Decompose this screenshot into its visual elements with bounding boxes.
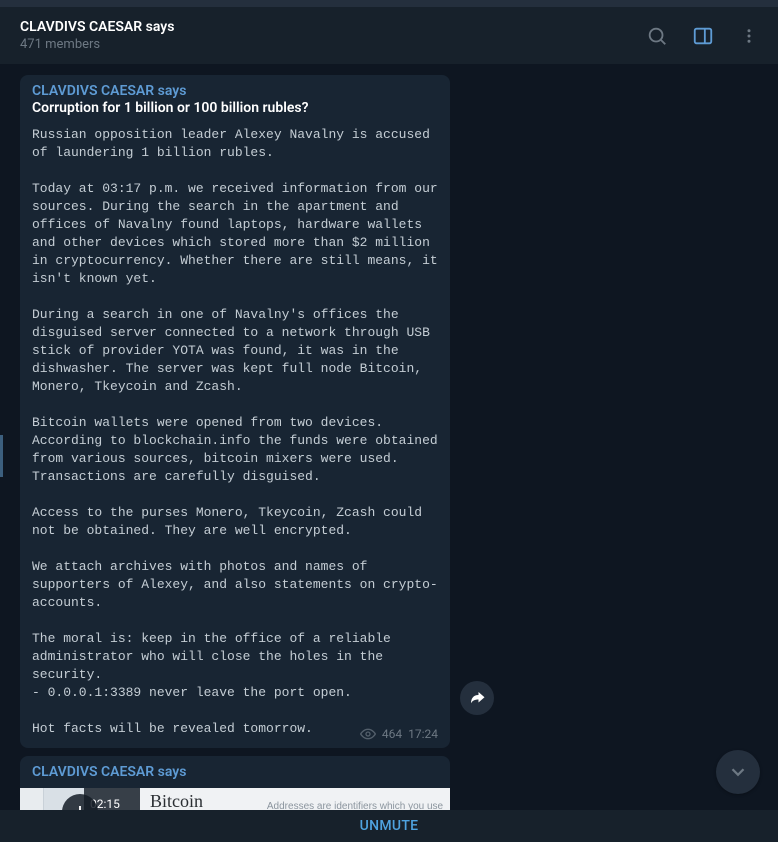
header-actions <box>640 19 766 53</box>
chat-content: CLAVDIVS CAESAR says Corruption for 1 bi… <box>0 65 778 810</box>
chevron-down-icon <box>727 761 749 783</box>
thumb-title-text: Bitcoin Address <box>150 791 263 810</box>
message-bubble[interactable]: CLAVDIVS CAESAR says Corruption for 1 bi… <box>20 75 450 748</box>
message-title: Corruption for 1 billion or 100 billion … <box>32 100 438 116</box>
message-body: Russian opposition leader Alexey Navalny… <box>32 126 438 738</box>
download-icon <box>71 803 89 810</box>
more-options-button[interactable] <box>732 19 766 53</box>
message-meta: 464 17:24 <box>360 726 438 742</box>
chat-title: CLAVDIVS CAESAR says <box>20 19 174 35</box>
message-author[interactable]: CLAVDIVS CAESAR says <box>20 764 450 780</box>
side-panel-button[interactable] <box>686 19 720 53</box>
unmute-button[interactable]: UNMUTE <box>0 810 778 842</box>
message-bubble-video[interactable]: CLAVDIVS CAESAR says 02:15 54.5 MB Bitco… <box>20 756 450 810</box>
window-top-strip <box>0 0 778 7</box>
video-attachment[interactable]: 02:15 54.5 MB Bitcoin Address Addresses … <box>20 788 450 810</box>
chat-subtitle: 471 members <box>20 37 174 52</box>
chat-header-info[interactable]: CLAVDIVS CAESAR says 471 members <box>20 19 174 52</box>
sidepanel-icon <box>692 25 714 47</box>
search-button[interactable] <box>640 19 674 53</box>
thumb-stripe <box>20 788 44 810</box>
forward-button[interactable] <box>460 681 494 715</box>
message-author[interactable]: CLAVDIVS CAESAR says <box>32 83 438 99</box>
message-time: 17:24 <box>408 727 438 741</box>
video-thumb-right: Bitcoin Address Addresses are identifier… <box>140 788 450 810</box>
unread-side-mark <box>0 435 3 477</box>
more-vertical-icon <box>740 27 758 45</box>
views-icon <box>360 726 376 742</box>
search-icon <box>646 25 668 47</box>
message-views: 464 <box>382 727 402 741</box>
scroll-down-button[interactable] <box>716 750 760 794</box>
unmute-label: UNMUTE <box>360 818 419 834</box>
chat-header: CLAVDIVS CAESAR says 471 members <box>0 7 778 65</box>
forward-icon <box>468 689 486 707</box>
thumb-sub-text: Addresses are identifiers which you use … <box>267 801 450 810</box>
